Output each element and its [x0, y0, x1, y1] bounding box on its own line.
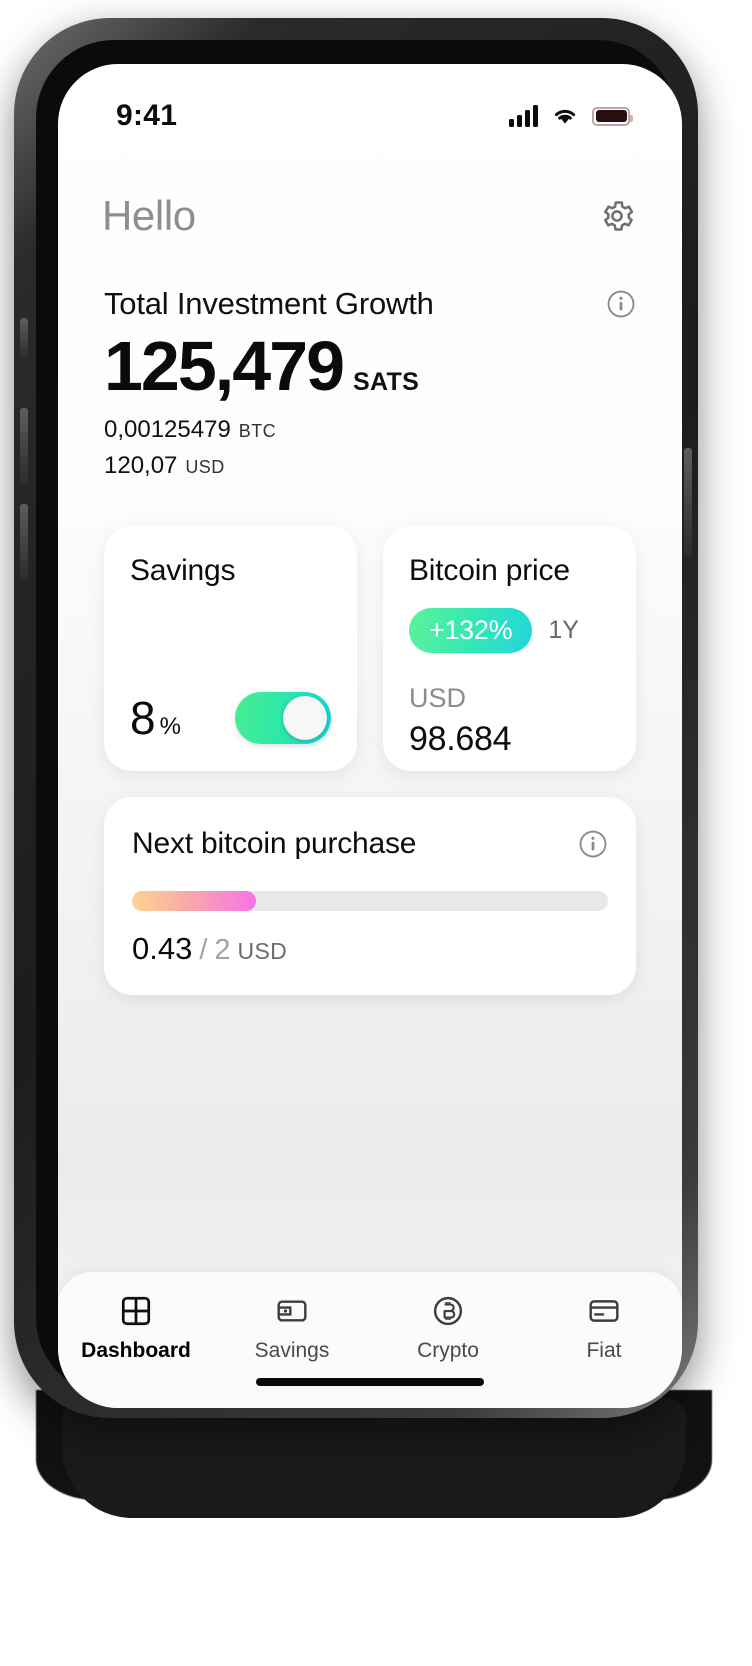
next-purchase-total: 2 — [214, 934, 231, 966]
savings-toggle-knob — [283, 696, 327, 740]
total-investment-section: Total Investment Growth 125,479 SATS 0,0… — [58, 240, 682, 480]
savings-percent-symbol: % — [159, 713, 181, 740]
savings-card[interactable]: Savings 8 % — [104, 526, 357, 771]
app-header: Hello — [58, 150, 682, 240]
hero-amount: 125,479 SATS — [104, 326, 636, 406]
hero-btc-unit: BTC — [238, 421, 276, 441]
tab-crypto[interactable]: Crypto — [370, 1294, 526, 1363]
hero-header: Total Investment Growth — [104, 286, 636, 322]
phone-frame: 9:41 Hello Total Investment Growth 125,4… — [14, 18, 698, 1418]
savings-card-controls: 8 % — [130, 691, 331, 745]
savings-percent: 8 % — [130, 691, 181, 745]
hero-amount-value: 125,479 — [104, 327, 345, 405]
status-badge: +132% — [409, 608, 533, 653]
bitcoin-currency-label: USD — [409, 683, 467, 713]
power-button[interactable] — [684, 448, 692, 558]
savings-toggle[interactable] — [235, 692, 331, 744]
cards-row: Savings 8 % Bitcoin price +132% 1Y USD 9… — [58, 480, 682, 771]
savings-percent-value: 8 — [130, 692, 156, 744]
tab-dashboard-label: Dashboard — [81, 1339, 191, 1362]
wifi-icon — [554, 109, 576, 124]
page-title: Hello — [102, 192, 196, 239]
volume-up-button[interactable] — [20, 408, 28, 484]
hero-title: Total Investment Growth — [104, 286, 434, 321]
home-indicator[interactable] — [256, 1378, 484, 1386]
hero-amount-unit: SATS — [353, 368, 420, 396]
bitcoin-card-title: Bitcoin price — [409, 554, 570, 587]
tab-crypto-label: Crypto — [417, 1339, 479, 1362]
hero-usd-line: 120,07 USD — [104, 452, 636, 480]
next-purchase-current: 0.43 — [132, 931, 193, 966]
next-purchase-separator: / — [199, 934, 208, 966]
next-purchase-title: Next bitcoin purchase — [132, 827, 417, 860]
dashboard-grid-icon — [121, 1296, 151, 1326]
silent-switch[interactable] — [20, 318, 28, 360]
hero-btc-line: 0,00125479 BTC — [104, 416, 636, 444]
hero-usd-unit: USD — [185, 457, 225, 477]
bitcoin-circle-icon — [433, 1296, 463, 1326]
volume-down-button[interactable] — [20, 504, 28, 580]
tab-fiat-label: Fiat — [586, 1339, 622, 1362]
hero-usd-value: 120,07 — [104, 452, 178, 479]
cellular-signal-icon — [509, 105, 538, 127]
wallet-icon — [277, 1300, 307, 1322]
tab-savings[interactable]: Savings — [214, 1294, 370, 1363]
battery-icon — [592, 106, 633, 126]
tab-dashboard[interactable]: Dashboard — [58, 1294, 214, 1363]
bitcoin-price-card[interactable]: Bitcoin price +132% 1Y USD 98.684 — [383, 526, 636, 771]
status-time: 9:41 — [116, 99, 178, 132]
bitcoin-period-label[interactable]: 1Y — [548, 616, 579, 645]
savings-card-title: Savings — [130, 554, 236, 587]
app-content: Hello Total Investment Growth 125,479 SA… — [58, 150, 682, 1408]
next-purchase-progress-fill — [132, 891, 256, 911]
tab-fiat[interactable]: Fiat — [526, 1294, 682, 1363]
next-purchase-header: Next bitcoin purchase — [132, 827, 608, 861]
info-icon[interactable] — [606, 289, 636, 319]
next-purchase-currency: USD — [237, 938, 288, 964]
bitcoin-price-value: 98.684 — [409, 720, 512, 758]
bottom-navigation: Dashboard Savings Crypto Fiat — [58, 1272, 682, 1408]
next-purchase-progress-track — [132, 891, 608, 911]
screenshot-stage: 9:41 Hello Total Investment Growth 125,4… — [0, 0, 752, 1666]
next-purchase-card[interactable]: Next bitcoin purchase 0.43 / 2 USD — [104, 797, 636, 995]
bitcoin-change-row: +132% 1Y — [409, 608, 610, 653]
card-icon — [589, 1300, 619, 1322]
tab-savings-label: Savings — [254, 1339, 330, 1362]
status-bar: 9:41 — [58, 64, 682, 150]
info-icon[interactable] — [578, 829, 608, 859]
next-purchase-amounts: 0.43 / 2 USD — [132, 931, 608, 967]
phone-screen: 9:41 Hello Total Investment Growth 125,4… — [58, 64, 682, 1408]
gear-icon[interactable] — [598, 197, 636, 235]
status-indicators — [509, 105, 633, 127]
hero-btc-value: 0,00125479 — [104, 416, 231, 443]
